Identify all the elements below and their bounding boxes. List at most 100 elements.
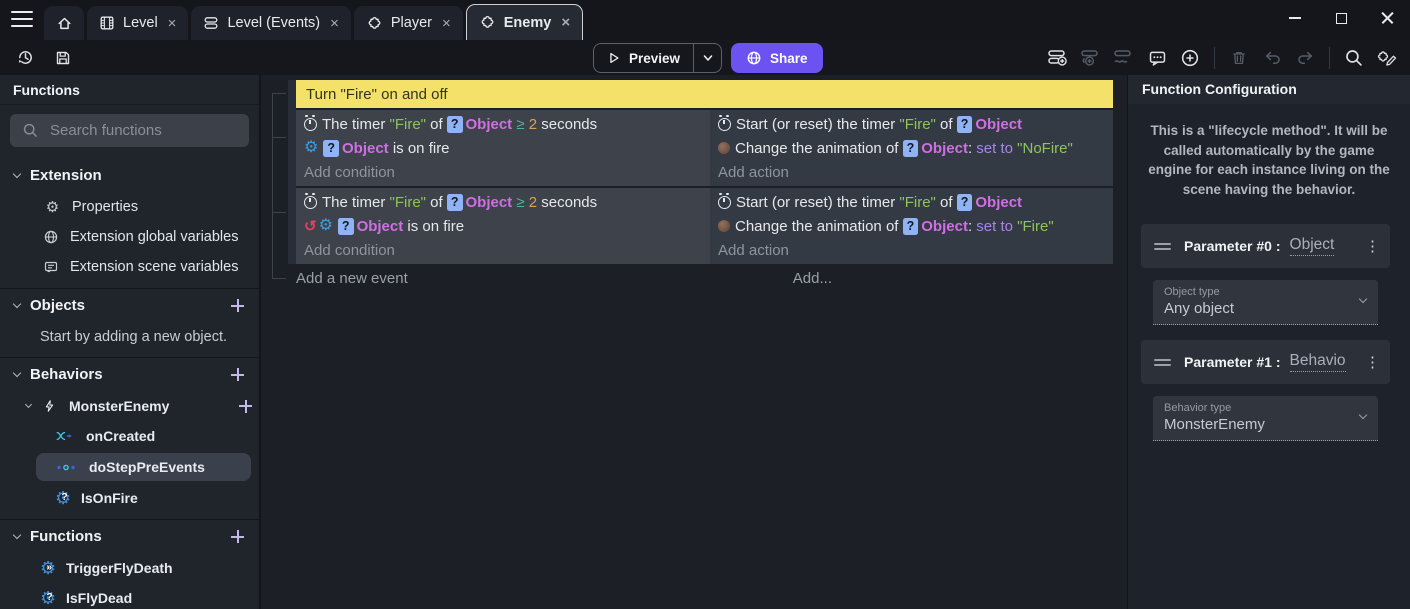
tabs: Level × Level (Events) × Player × Enemy … — [44, 4, 583, 40]
add-condition-link[interactable]: Add condition — [304, 238, 710, 262]
share-button[interactable]: Share — [731, 43, 823, 73]
tab-level-events[interactable]: Level (Events) × — [191, 6, 350, 40]
sidebar-item-oncreated[interactable]: onCreated — [0, 421, 259, 451]
preview-button[interactable]: Preview — [593, 43, 722, 73]
event-tree-line — [272, 93, 273, 278]
action[interactable]: Start (or reset) the timer "Fire" of Obj… — [718, 112, 1113, 136]
event-comment[interactable]: Turn "Fire" on and off — [296, 80, 1113, 108]
close-icon[interactable]: × — [168, 15, 177, 32]
sidebar-item-isflydead[interactable]: ⚙? IsFlyDead — [0, 583, 259, 609]
lightning-icon — [41, 399, 58, 413]
action[interactable]: Start (or reset) the timer "Fire" of Obj… — [718, 190, 1113, 214]
search-icon[interactable] — [1341, 45, 1367, 71]
minimize-button[interactable] — [1272, 0, 1318, 36]
kebab-icon[interactable]: ⋮ — [1365, 353, 1380, 371]
save-icon[interactable] — [50, 45, 76, 71]
add-action-link[interactable]: Add action — [718, 160, 1113, 184]
sidebar-item-triggerflydeath[interactable]: ⚙» TriggerFlyDeath — [0, 553, 259, 583]
action[interactable]: Change the animation of Object: set to "… — [718, 214, 1113, 238]
parameter-1-card[interactable]: Parameter #1 : Behavio ⋮ — [1141, 340, 1390, 384]
behavior-monsterenemy[interactable]: MonsterEnemy — [0, 391, 259, 421]
tab-label: Level (Events) — [227, 15, 320, 31]
add-new-event-link[interactable]: Add a new event — [296, 270, 408, 287]
history-icon[interactable] — [12, 45, 38, 71]
condition[interactable]: Object is on fire — [304, 136, 710, 160]
redo-icon[interactable] — [1292, 45, 1318, 71]
drag-handle-icon[interactable] — [1154, 243, 1171, 250]
event-text: is on fire — [389, 140, 450, 157]
tab-level[interactable]: Level × — [87, 6, 188, 40]
close-icon[interactable]: × — [561, 14, 570, 31]
trash-icon[interactable] — [1226, 45, 1252, 71]
event-text: Object — [357, 218, 404, 235]
event-text: "Fire" — [390, 194, 426, 211]
close-icon[interactable]: × — [442, 15, 451, 32]
close-icon[interactable]: × — [330, 15, 339, 32]
condition[interactable]: The timer "Fire" of Object ≥ 2 seconds — [304, 112, 710, 136]
parameter-0-card[interactable]: Parameter #0 : Object ⋮ — [1141, 224, 1390, 268]
event-text: The timer — [322, 116, 390, 133]
add-event-icon[interactable] — [1045, 45, 1071, 71]
event-text: Object — [466, 116, 513, 133]
undo-icon[interactable] — [1259, 45, 1285, 71]
tab-player[interactable]: Player × — [354, 6, 463, 40]
search-input[interactable] — [50, 122, 220, 139]
event-text: of — [936, 194, 957, 211]
section-extension[interactable]: Extension — [0, 159, 259, 192]
add-behavior-button[interactable] — [230, 367, 245, 382]
conditions-column: The timer "Fire" of Object ≥ 2 seconds O… — [296, 188, 710, 264]
edit-extension-icon[interactable] — [1374, 45, 1400, 71]
sidebar-item-properties[interactable]: ⚙ Properties — [0, 192, 259, 222]
event-text: "Fire" — [1017, 218, 1053, 235]
add-action-link[interactable]: Add action — [718, 238, 1113, 262]
globe-icon — [42, 229, 59, 245]
object-type-select[interactable]: Object type Any object — [1153, 280, 1378, 325]
event-text: Start (or reset) the timer — [736, 194, 899, 211]
conditions-column: The timer "Fire" of Object ≥ 2 seconds O… — [296, 110, 710, 186]
drag-handle-icon[interactable] — [1154, 359, 1171, 366]
hamburger-icon[interactable] — [11, 11, 33, 27]
sidebar-item-isonfire[interactable]: ⚙? IsOnFire — [0, 483, 259, 513]
maximize-button[interactable] — [1318, 0, 1364, 36]
event-text: Start (or reset) the timer — [736, 116, 899, 133]
parameter-1-name[interactable]: Behavio — [1290, 352, 1346, 372]
tab-enemy[interactable]: Enemy × — [466, 4, 583, 40]
kebab-icon[interactable]: ⋮ — [1365, 237, 1380, 255]
function-configuration-panel: Function Configuration This is a "lifecy… — [1127, 75, 1410, 609]
event-text: Change the animation of — [735, 140, 903, 157]
actions-column: Start (or reset) the timer "Fire" of Obj… — [710, 110, 1113, 186]
lifecycle-description: This is a "lifecycle method". It will be… — [1143, 121, 1395, 199]
tab-bar: Level × Level (Events) × Player × Enemy … — [0, 0, 1410, 40]
close-icon — [1381, 12, 1394, 25]
tab-home[interactable] — [44, 6, 84, 40]
section-functions[interactable]: Functions — [0, 520, 259, 553]
search-functions-box[interactable] — [10, 114, 249, 147]
add-other-event-icon[interactable] — [1111, 45, 1137, 71]
add-behavior-function-button[interactable] — [238, 399, 253, 414]
timer-icon — [718, 118, 731, 131]
add-function-button[interactable] — [230, 529, 245, 544]
object-param-badge — [903, 218, 919, 235]
event-text: Object — [342, 140, 389, 157]
parameter-0-name[interactable]: Object — [1290, 236, 1335, 256]
action[interactable]: Change the animation of Object: set to "… — [718, 136, 1113, 160]
condition[interactable]: Object is on fire — [304, 214, 710, 238]
toggle-comment-icon[interactable] — [1144, 45, 1170, 71]
condition[interactable]: The timer "Fire" of Object ≥ 2 seconds — [304, 190, 710, 214]
behavior-type-select[interactable]: Behavior type MonsterEnemy — [1153, 396, 1378, 441]
sidebar-item-dosteppreevents[interactable]: doStepPreEvents — [36, 453, 251, 481]
chevron-down-icon — [13, 300, 21, 308]
add-object-button[interactable] — [230, 298, 245, 313]
preview-dropdown-button[interactable] — [694, 44, 721, 72]
section-behaviors[interactable]: Behaviors — [0, 358, 259, 391]
section-objects[interactable]: Objects — [0, 289, 259, 322]
event-text: of — [426, 116, 447, 133]
sidebar-item-scene-variables[interactable]: Extension scene variables — [0, 252, 259, 282]
sidebar-item-global-variables[interactable]: Extension global variables — [0, 222, 259, 252]
circle-plus-icon[interactable] — [1177, 45, 1203, 71]
add-condition-link[interactable]: Add condition — [304, 160, 710, 184]
add-subevent-icon[interactable] — [1078, 45, 1104, 71]
add-more-link[interactable]: Add... — [793, 270, 832, 287]
actions-column: Start (or reset) the timer "Fire" of Obj… — [710, 188, 1113, 264]
close-button[interactable] — [1364, 0, 1410, 36]
